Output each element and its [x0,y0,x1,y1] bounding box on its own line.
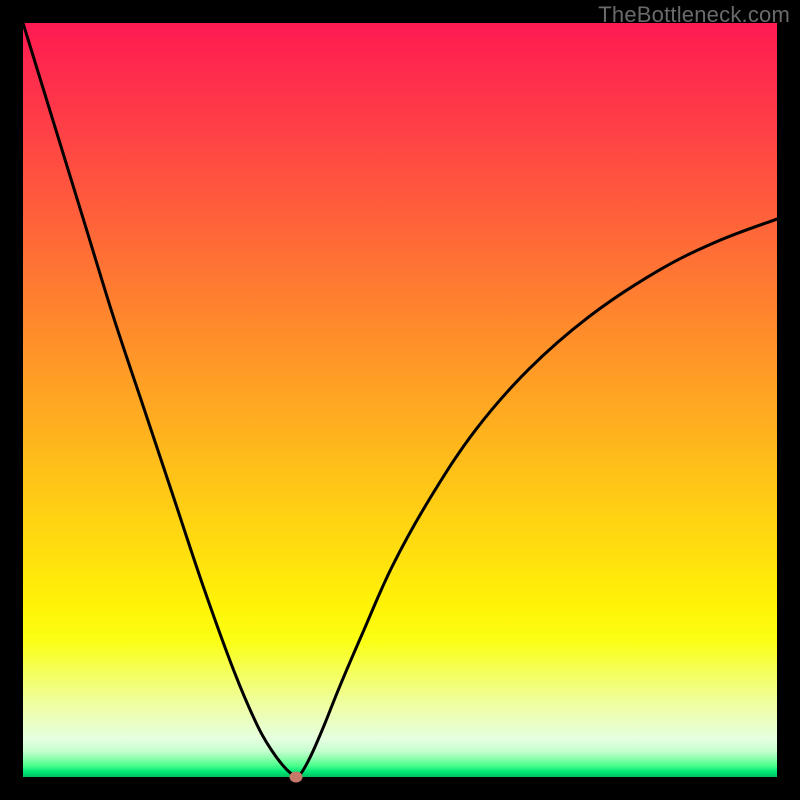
watermark-text: TheBottleneck.com [598,2,790,28]
optimal-point-marker [289,772,302,783]
chart-frame: TheBottleneck.com [0,0,800,800]
plot-area [23,23,777,777]
bottleneck-curve [23,23,777,777]
